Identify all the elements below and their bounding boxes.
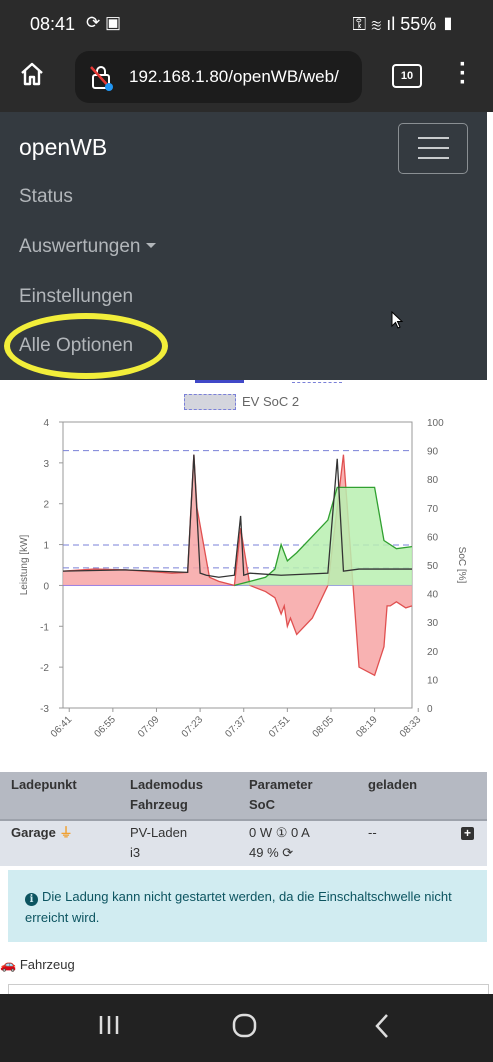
y2-tick-label: 10 — [427, 675, 439, 686]
y2-tick-label: 60 — [427, 532, 439, 543]
x-tick-label: 07:09 — [136, 714, 162, 740]
y2-tick-label: 90 — [427, 447, 439, 458]
url-text: 192.168.1.80/openWB/web/ — [129, 67, 339, 86]
navbar-toggle-button[interactable] — [398, 123, 468, 174]
expand-plus-icon[interactable]: + — [461, 827, 474, 840]
legend-swatch-partial — [195, 380, 244, 383]
header-parameter: Parameter SoC — [249, 777, 313, 812]
x-tick-label: 08:05 — [311, 714, 337, 740]
nav-status[interactable]: Status — [19, 186, 73, 208]
status-bar: 08:41 ⟳ ▣ ⚿ ≋ ıl 55% ▮ — [0, 0, 493, 48]
y-tick-label: -3 — [40, 704, 49, 715]
info-alert: i Die Ladung kann nicht gestartet werden,… — [8, 870, 487, 942]
header-geladen: geladen — [368, 777, 418, 792]
alert-text: Die Ladung kann nicht gestartet werden, … — [25, 889, 452, 925]
power-chart: 43210-1-2-31009080706050403020100Leistun… — [19, 418, 467, 740]
x-tick-label: 07:37 — [223, 714, 249, 740]
y2-tick-label: 40 — [427, 590, 439, 601]
x-tick-label: 06:41 — [49, 714, 75, 740]
y2-tick-label: 100 — [427, 418, 444, 429]
battery-text: 55% — [400, 14, 437, 34]
tab-count-button[interactable]: 10 — [392, 64, 422, 88]
y2-axis-label: SoC [%] — [456, 547, 467, 584]
highlight-circle — [4, 313, 168, 379]
fahrzeug-section-header[interactable]: 🚗 Fahrzeug — [0, 957, 75, 973]
plug-icon: ⏚ — [59, 825, 73, 840]
browser-toolbar: 192.168.1.80/openWB/web/ 10 · · · — [0, 48, 493, 112]
header-ladepunkt: Ladepunkt — [11, 777, 77, 792]
y-axis-label: Leistung [kW] — [19, 534, 30, 595]
x-tick-label: 07:23 — [180, 714, 206, 740]
y-tick-label: -1 — [40, 622, 49, 633]
wifi-signal-icon: ⚿ ≋ ıl — [352, 14, 396, 34]
home-icon[interactable] — [18, 60, 46, 88]
dropdown-caret-icon — [146, 243, 157, 248]
insecure-lock-icon[interactable] — [89, 64, 115, 92]
refresh-icon[interactable]: ⟳ — [282, 845, 293, 860]
y2-tick-label: 70 — [427, 504, 439, 515]
info-icon: i — [25, 893, 38, 906]
legend-swatch-partial-dashed — [292, 380, 342, 383]
cell-geladen: -- — [368, 825, 377, 840]
y2-tick-label: 80 — [427, 475, 439, 486]
x-tick-label: 08:33 — [398, 714, 424, 740]
nav-auswertungen[interactable]: Auswertungen — [19, 236, 157, 258]
x-tick-label: 06:55 — [93, 714, 119, 740]
legend-label: EV SoC 2 — [242, 394, 300, 409]
nav-auswertungen-label: Auswertungen — [19, 236, 141, 257]
cell-lademodus[interactable]: PV-Laden i3 — [130, 823, 187, 863]
table-header: Ladepunkt Lademodus Fahrzeug Parameter SoC… — [0, 772, 487, 821]
android-nav-bar — [0, 994, 493, 1062]
car-icon: 🚗 — [0, 957, 17, 972]
home-nav-icon[interactable] — [231, 1012, 259, 1040]
battery-icon: ▮ — [441, 14, 455, 34]
x-tick-label: 08:19 — [354, 714, 380, 740]
y-tick-label: 2 — [43, 500, 49, 511]
chargepoint-table: Ladepunkt Lademodus Fahrzeug Parameter SoC… — [0, 772, 487, 866]
fahrzeug-label: Fahrzeug — [19, 957, 75, 972]
status-time: 08:41 — [30, 14, 76, 34]
y2-tick-label: 20 — [427, 647, 439, 658]
y-tick-label: 3 — [43, 459, 49, 470]
cell-ladepunkt: Garage ⏚ — [11, 825, 73, 840]
header-lademodus: Lademodus Fahrzeug — [130, 777, 203, 812]
y2-tick-label: 50 — [427, 561, 439, 572]
y-tick-label: 4 — [43, 418, 49, 429]
legend-swatch — [184, 394, 236, 410]
status-right: ⚿ ≋ ıl 55% ▮ — [352, 14, 455, 35]
back-icon[interactable] — [371, 1012, 395, 1040]
recent-apps-icon[interactable] — [96, 1012, 122, 1038]
brand[interactable]: openWB — [19, 134, 107, 161]
menu-kebab-icon[interactable]: · · · — [455, 53, 471, 95]
mouse-cursor-icon — [391, 311, 404, 329]
cell-parameter: 0 W ① 0 A 49 % ⟳ — [249, 825, 310, 860]
table-row[interactable]: Garage ⏚ PV-Laden i3 0 W ① 0 A 49 % ⟳ -- + — [0, 821, 487, 866]
sync-icon: ⟳ ▣ — [86, 13, 122, 32]
nav-einstellungen[interactable]: Einstellungen — [19, 286, 133, 308]
y-tick-label: 1 — [43, 541, 49, 552]
y-tick-label: -2 — [40, 663, 49, 674]
url-field[interactable]: 192.168.1.80/openWB/web/ — [75, 51, 362, 103]
x-tick-label: 07:51 — [267, 714, 293, 740]
y-tick-label: 0 — [43, 581, 49, 592]
y2-tick-label: 30 — [427, 618, 439, 629]
y2-tick-label: 0 — [427, 704, 433, 715]
alert-text-wrap: i Die Ladung kann nicht gestartet werden,… — [25, 886, 460, 928]
